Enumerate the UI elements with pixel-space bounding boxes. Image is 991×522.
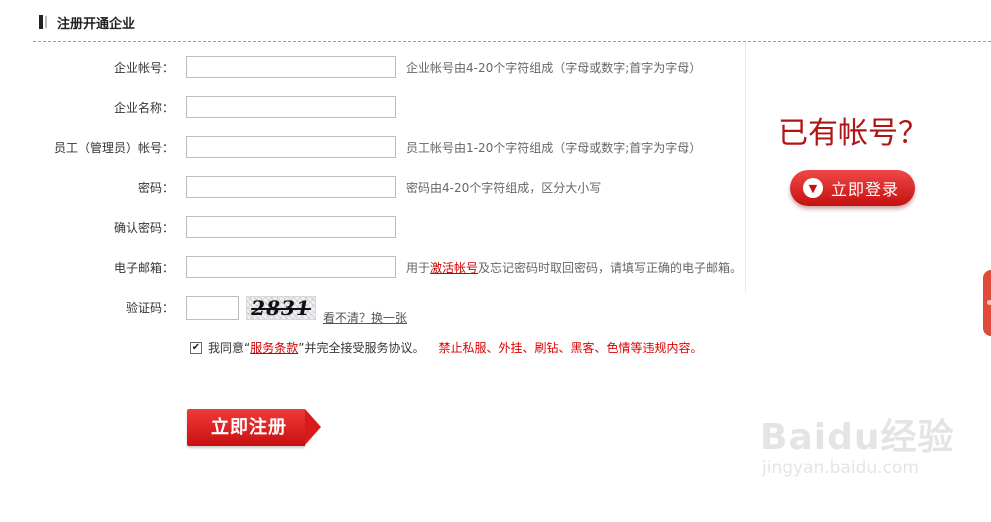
page-title: 注册开通企业 bbox=[57, 16, 136, 32]
have-account-heading: 已有帐号？ bbox=[778, 116, 928, 151]
register-button-label: 立即注册 bbox=[211, 417, 287, 438]
captcha-input[interactable] bbox=[186, 296, 239, 320]
employee-account-input[interactable] bbox=[186, 136, 396, 158]
email-hint-before: 用于 bbox=[406, 261, 431, 275]
company-account-input[interactable] bbox=[186, 56, 396, 78]
login-button[interactable]: ▼ 立即登录 bbox=[790, 170, 915, 206]
watermark-logo: Baidu经验 bbox=[760, 417, 955, 458]
agree-text-after: ”并完全接受服务协议。 bbox=[298, 341, 425, 355]
email-input[interactable] bbox=[186, 256, 396, 278]
employee-account-label: 员工（管理员）帐号： bbox=[53, 141, 174, 155]
confirm-password-label: 确认密码： bbox=[113, 221, 174, 235]
password-input[interactable] bbox=[186, 176, 396, 198]
employee-account-hint: 员工帐号由1-20个字符组成（字母或数字;首字为字母） bbox=[406, 141, 702, 155]
email-hint-after: 及忘记密码时取回密码，请填写正确的电子邮箱。 bbox=[478, 261, 743, 275]
content-warning: 禁止私服、外挂、刷钻、黑客、色情等违规内容。 bbox=[438, 341, 703, 355]
divider bbox=[33, 41, 991, 42]
agreement-row: ✔ 我同意“ 服务条款 ”并完全接受服务协议。 禁止私服、外挂、刷钻、黑客、色情等违… bbox=[190, 339, 702, 356]
captcha-image[interactable]: 2831 bbox=[246, 296, 316, 320]
activate-account-link[interactable]: 激活帐号 bbox=[430, 261, 478, 275]
watermark: Baidu经验 jingyan.baidu.com bbox=[760, 417, 955, 479]
side-float-tab[interactable] bbox=[983, 270, 991, 336]
header-bar-icon bbox=[39, 15, 43, 29]
chevron-down-icon: ▼ bbox=[803, 178, 823, 198]
refresh-captcha-link[interactable]: 看不清？换一张 bbox=[323, 309, 407, 326]
captcha-text: 2831 bbox=[251, 296, 311, 320]
terms-link[interactable]: 服务条款 bbox=[250, 339, 298, 356]
agree-text-before: 我同意“ bbox=[208, 341, 251, 355]
watermark-url: jingyan.baidu.com bbox=[762, 458, 919, 478]
company-name-label: 企业名称： bbox=[113, 101, 174, 115]
agree-checkbox[interactable]: ✔ bbox=[190, 341, 202, 354]
email-hint: 用于激活帐号及忘记密码时取回密码，请填写正确的电子邮箱。 bbox=[406, 260, 742, 276]
captcha-label: 验证码： bbox=[125, 301, 174, 315]
company-account-hint: 企业帐号由4-20个字符组成（字母或数字;首字为字母） bbox=[406, 61, 702, 75]
password-label: 密码： bbox=[137, 181, 174, 195]
login-button-label: 立即登录 bbox=[831, 180, 900, 199]
section-header: 注册开通企业 bbox=[39, 12, 135, 32]
company-account-label: 企业帐号： bbox=[113, 61, 174, 75]
side-tab-dot bbox=[987, 300, 991, 305]
confirm-password-input[interactable] bbox=[186, 216, 396, 238]
email-label: 电子邮箱： bbox=[113, 261, 174, 275]
register-button[interactable]: 立即注册 bbox=[187, 409, 321, 446]
company-name-input[interactable] bbox=[186, 96, 396, 118]
password-hint: 密码由4-20个字符组成，区分大小写 bbox=[406, 181, 602, 195]
vertical-divider bbox=[745, 42, 746, 292]
